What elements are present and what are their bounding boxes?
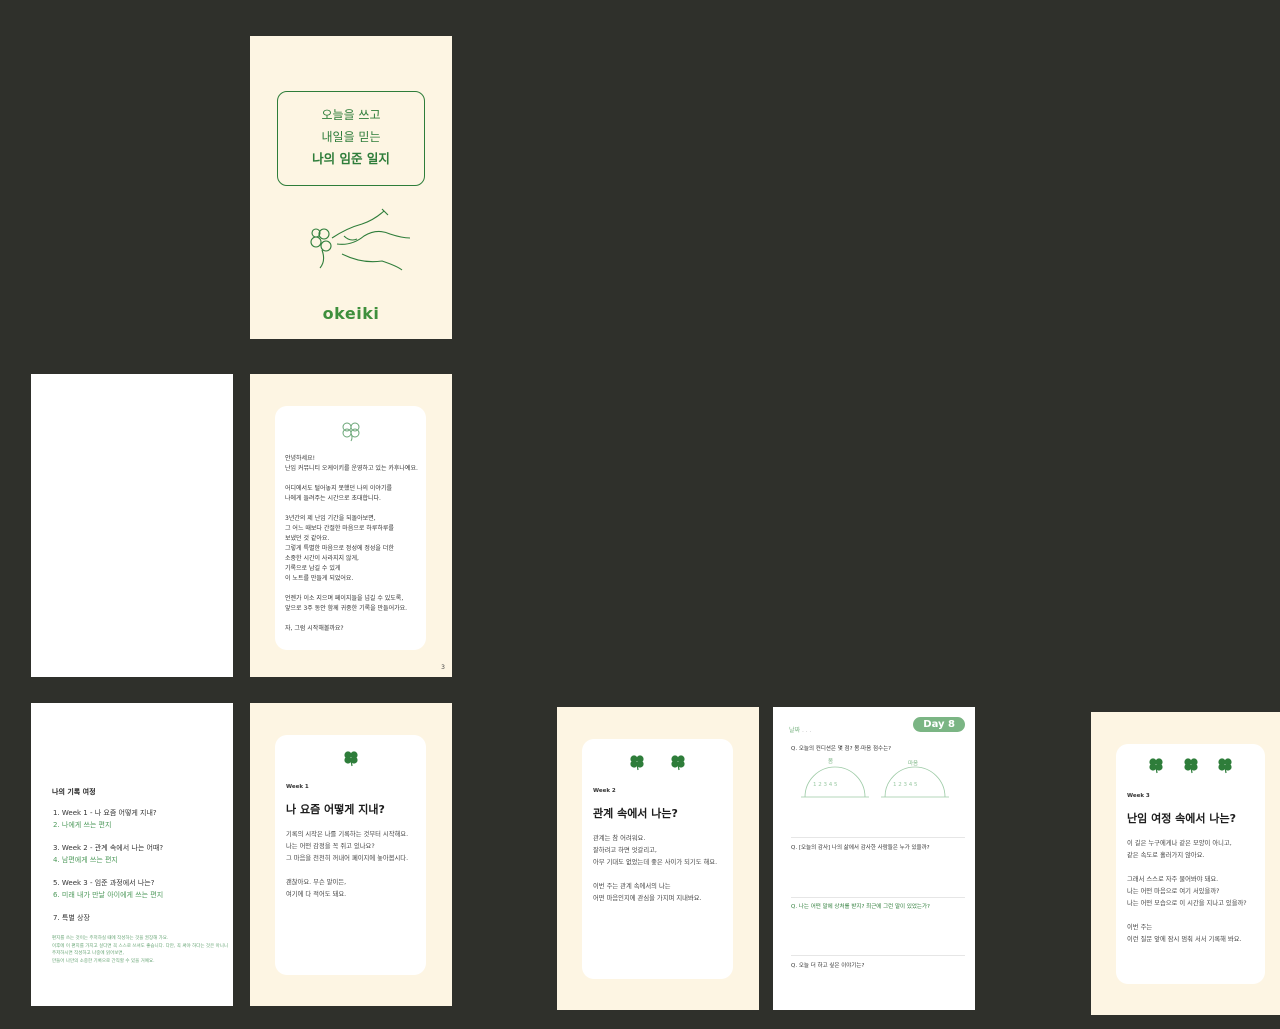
week3-card: Week 3 난임 여정 속에서 나는? 이 길은 누구에게나 같은 모양이 아… (1116, 744, 1265, 984)
toc-page[interactable]: 나의 기록 여정 1. Week 1 - 나 요즘 어떻게 지내? 2. 나에게… (31, 703, 233, 1006)
clover-row (582, 753, 733, 775)
blank-page[interactable] (31, 374, 233, 677)
clover-icon (1149, 758, 1163, 774)
clover-icon (1218, 758, 1232, 774)
week-body: 이 길은 누구에게나 같은 모양이 아니고, 같은 속도로 흘러가지 않아요. … (1127, 840, 1247, 943)
clover-icon (343, 751, 358, 767)
week-label: Week 2 (593, 788, 616, 794)
cover-line-1: 오늘을 쓰고 (321, 108, 381, 122)
question-2: Q. [오늘의 감사] 나의 삶에서 감사한 사람들은 누가 있을까? (791, 845, 930, 851)
week-body: 기록의 시작은 나를 기록하는 것부터 시작해요. 나는 어떤 감정을 꼭 쥐고… (286, 831, 409, 898)
toc-title: 나의 기록 여정 (52, 788, 96, 796)
week-title: 나 요즘 어떻게 지내? (286, 803, 385, 816)
clover-outline-icon (342, 422, 360, 442)
week-title: 난임 여정 속에서 나는? (1127, 812, 1236, 825)
okeiki-logo: okeiki (322, 304, 380, 323)
clover-row (1116, 756, 1265, 778)
week2-card: Week 2 관계 속에서 나는? 관계는 참 어려워요. 잘하려고 하면 엇갈… (582, 739, 733, 979)
gauge-body-label: 몸 (828, 759, 834, 765)
week1-page[interactable]: Week 1 나 요즘 어떻게 지내? 기록의 시작은 나를 기록하는 것부터 … (250, 703, 452, 1006)
clover-icon (670, 755, 685, 771)
week-label: Week 3 (1127, 793, 1150, 799)
intro-letter: 안녕하세요! 난임 커뮤니티 오케이키를 운영하고 있는 카후나예요. 어디에서… (285, 455, 418, 632)
gauge-body-scale: 1 2 3 4 5 (813, 782, 838, 788)
question-3: Q. 나는 어떤 말에 상처를 받지? 최근에 그런 말이 있었는가? (791, 904, 930, 910)
cover-line-3: 나의 임준 일지 (312, 151, 390, 166)
clover-icon (1183, 758, 1198, 774)
date-label: 날짜 . . . (789, 727, 812, 734)
intro-page[interactable]: 안녕하세요! 난임 커뮤니티 오케이키를 운영하고 있는 카후나예요. 어디에서… (250, 374, 452, 677)
day-badge: Day 8 (913, 717, 965, 732)
page-number: 3 (441, 664, 445, 671)
divider (791, 837, 965, 838)
day8-page[interactable]: 날짜 . . . Day 8 Q. 오늘의 컨디션은 몇 점? 몸·마음 점수는… (773, 707, 975, 1010)
question-4: Q. 오늘 더 하고 싶은 이야기는? (791, 963, 865, 969)
gauge-mind-scale: 1 2 3 4 5 (893, 782, 918, 788)
cover-line-2: 내일을 믿는 (321, 130, 381, 144)
week-label: Week 1 (286, 784, 309, 790)
toc-item[interactable]: 5. Week 3 - 임준 과정에서 나는? (53, 877, 163, 889)
condition-gauges (801, 766, 949, 798)
week1-card: Week 1 나 요즘 어떻게 지내? 기록의 시작은 나를 기록하는 것부터 … (275, 735, 426, 975)
toc-item[interactable]: 3. Week 2 - 관계 속에서 나는 어때? (53, 842, 163, 854)
hand-writing-clover-illustration (310, 208, 411, 271)
week-title: 관계 속에서 나는? (593, 807, 678, 820)
toc-list: 1. Week 1 - 나 요즘 어떻게 지내? 2. 나에게 쓰는 편지 3.… (53, 807, 163, 924)
toc-item[interactable]: 4. 남편에게 쓰는 편지 (53, 854, 163, 866)
clover-row (275, 749, 426, 771)
cover-title-box: 오늘을 쓰고 내일을 믿는 나의 임준 일지 (277, 91, 425, 186)
clover-icon (630, 755, 645, 771)
week-body: 관계는 참 어려워요. 잘하려고 하면 엇갈리고, 아무 기대도 없었는데 좋은… (593, 835, 718, 902)
gauge-mind-label: 마음 (908, 761, 919, 767)
week3-page[interactable]: Week 3 난임 여정 속에서 나는? 이 길은 누구에게나 같은 모양이 아… (1091, 712, 1280, 1015)
intro-card: 안녕하세요! 난임 커뮤니티 오케이키를 운영하고 있는 카후나예요. 어디에서… (275, 406, 426, 650)
toc-item[interactable]: 7. 특별 상장 (53, 912, 163, 924)
toc-note: 편지를 쓰는 것이는 주저하실 때에 작성하는 것을 권장해 가요. 이후에 이… (52, 936, 229, 964)
question-1: Q. 오늘의 컨디션은 몇 점? 몸·마음 점수는? (791, 746, 892, 752)
divider (791, 897, 965, 898)
toc-item[interactable]: 2. 나에게 쓰는 편지 (53, 819, 163, 831)
cover-page[interactable]: 오늘을 쓰고 내일을 믿는 나의 임준 일지 okeiki (250, 36, 452, 339)
week2-page[interactable]: Week 2 관계 속에서 나는? 관계는 참 어려워요. 잘하려고 하면 엇갈… (557, 707, 759, 1010)
toc-item[interactable]: 6. 미래 내가 만날 아이에게 쓰는 편지 (53, 889, 163, 901)
toc-item[interactable]: 1. Week 1 - 나 요즘 어떻게 지내? (53, 807, 163, 819)
divider (791, 955, 965, 956)
